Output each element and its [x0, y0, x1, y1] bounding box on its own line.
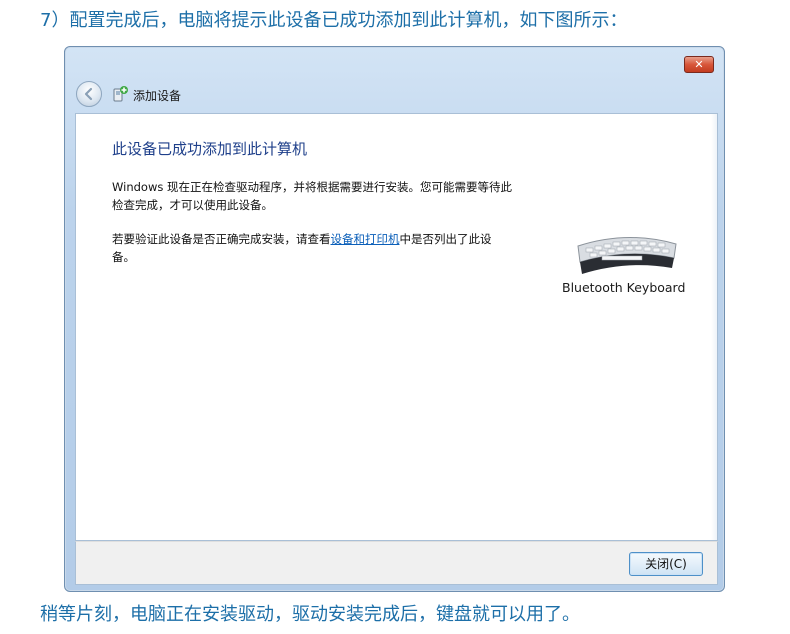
close-button[interactable]: 关闭(C) — [629, 552, 703, 576]
verify-text: 若要验证此设备是否正确完成安装，请查看设备和打印机中是否列出了此设备。 — [112, 230, 512, 266]
success-heading: 此设备已成功添加到此计算机 — [112, 140, 308, 158]
content-edge — [711, 114, 717, 540]
caption-bottom: 稍等片刻，电脑正在安装驱动，驱动安装完成后，键盘就可以用了。 — [40, 604, 580, 625]
driver-check-text: Windows 现在正在检查驱动程序，并将根据需要进行安装。您可能需要等待此检查… — [112, 180, 512, 212]
wizard-content: 此设备已成功添加到此计算机 Windows 现在正在检查驱动程序，并将根据需要进… — [75, 113, 718, 541]
back-button[interactable] — [76, 81, 102, 107]
devices-printers-link[interactable]: 设备和打印机 — [331, 232, 400, 246]
wizard-footer: 关闭(C) — [75, 541, 718, 585]
verify-text-before: 若要验证此设备是否正确完成安装，请查看 — [112, 232, 331, 246]
device-label: Bluetooth Keyboard — [562, 280, 686, 295]
back-arrow-icon — [84, 87, 93, 101]
wizard-title: 添加设备 — [133, 89, 182, 103]
keyboard-icon — [577, 236, 677, 274]
add-device-window: ✕ 添加设备 此设备已成功添加到此计算机 Windows 现在正在检查驱动程序，… — [64, 46, 725, 592]
window-close-button[interactable]: ✕ — [684, 56, 714, 73]
add-device-icon — [113, 86, 128, 102]
caption-top: 7）配置完成后，电脑将提示此设备已成功添加到此计算机，如下图所示： — [40, 10, 628, 31]
wizard-navbar: 添加设备 — [75, 81, 375, 109]
